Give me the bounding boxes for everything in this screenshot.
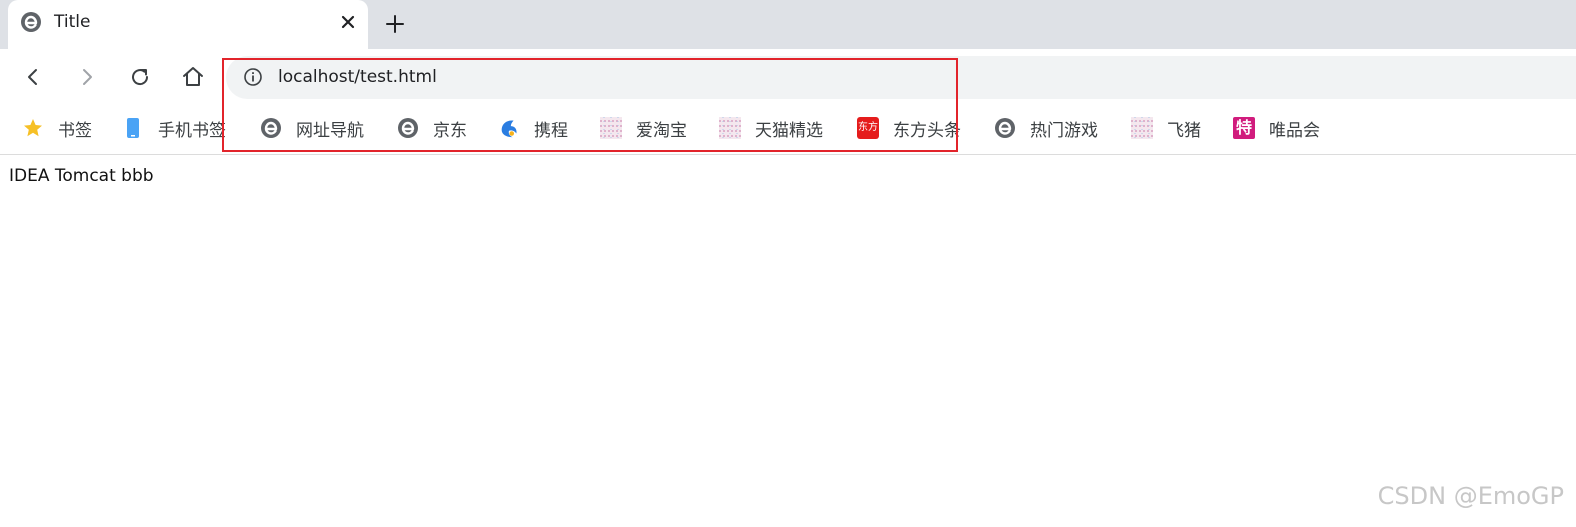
home-icon[interactable] xyxy=(179,63,207,91)
bookmark-item-fliggy[interactable]: 飞猪 xyxy=(1131,115,1201,141)
bookmark-label: 京东 xyxy=(433,120,467,141)
news-icon-text: 东方 xyxy=(858,122,878,133)
bookmark-item-vip[interactable]: 特 唯品会 xyxy=(1233,115,1320,141)
grid-favicon-icon xyxy=(600,117,622,139)
browser-e-icon xyxy=(397,117,419,139)
browser-e-icon xyxy=(260,117,282,139)
bookmarks-bar: 书签 手机书签 网址导航 京东 携程 爱淘宝 天猫精选 东方 东方头条 热门游戏… xyxy=(0,105,1576,155)
bookmark-label: 唯品会 xyxy=(1269,120,1320,141)
back-arrow-icon[interactable] xyxy=(19,63,47,91)
info-icon[interactable] xyxy=(243,67,263,87)
bookmark-item-eastday[interactable]: 东方 东方头条 xyxy=(857,115,961,141)
bookmark-label: 热门游戏 xyxy=(1030,120,1098,141)
bookmark-item-aitaobao[interactable]: 爱淘宝 xyxy=(600,115,687,141)
bookmark-label: 爱淘宝 xyxy=(636,120,687,141)
tab-strip: Title xyxy=(0,0,1576,49)
bookmark-label: 书签 xyxy=(58,120,92,141)
browser-e-icon xyxy=(20,11,42,33)
bookmark-item-ctrip[interactable]: 携程 xyxy=(498,115,568,141)
bookmark-label: 携程 xyxy=(534,120,568,141)
dolphin-icon xyxy=(498,117,520,139)
forward-arrow-icon[interactable] xyxy=(73,63,101,91)
grid-favicon-icon xyxy=(1131,117,1153,139)
bookmark-label: 东方头条 xyxy=(893,120,961,141)
bookmark-label: 网址导航 xyxy=(296,120,364,141)
bookmark-item-nav[interactable]: 网址导航 xyxy=(260,115,364,141)
vip-icon: 特 xyxy=(1233,117,1255,139)
bookmark-item-games[interactable]: 热门游戏 xyxy=(994,115,1098,141)
grid-favicon-icon xyxy=(719,117,741,139)
address-bar[interactable]: localhost/test.html xyxy=(226,56,1576,99)
news-icon: 东方 xyxy=(857,117,879,139)
tab-title: Title xyxy=(54,12,91,32)
bookmark-item-shuqian[interactable]: 书签 xyxy=(22,115,92,141)
close-icon[interactable] xyxy=(336,10,360,34)
phone-icon xyxy=(122,117,144,139)
reload-icon[interactable] xyxy=(126,63,154,91)
toolbar: localhost/test.html xyxy=(0,49,1576,105)
address-url[interactable]: localhost/test.html xyxy=(278,67,437,87)
browser-e-icon xyxy=(994,117,1016,139)
watermark: CSDN @EmoGP xyxy=(1377,482,1564,510)
vip-icon-text: 特 xyxy=(1235,118,1252,137)
tab-active[interactable]: Title xyxy=(8,0,368,49)
new-tab-icon[interactable] xyxy=(382,11,408,37)
bookmark-label: 手机书签 xyxy=(158,120,226,141)
bookmark-item-tmall[interactable]: 天猫精选 xyxy=(719,115,823,141)
star-icon xyxy=(22,117,44,139)
bookmark-item-mobile[interactable]: 手机书签 xyxy=(122,115,226,141)
bookmark-label: 飞猪 xyxy=(1167,120,1201,141)
bookmark-item-jd[interactable]: 京东 xyxy=(397,115,467,141)
page-body-text: IDEA Tomcat bbb xyxy=(9,166,154,186)
bookmark-label: 天猫精选 xyxy=(755,120,823,141)
